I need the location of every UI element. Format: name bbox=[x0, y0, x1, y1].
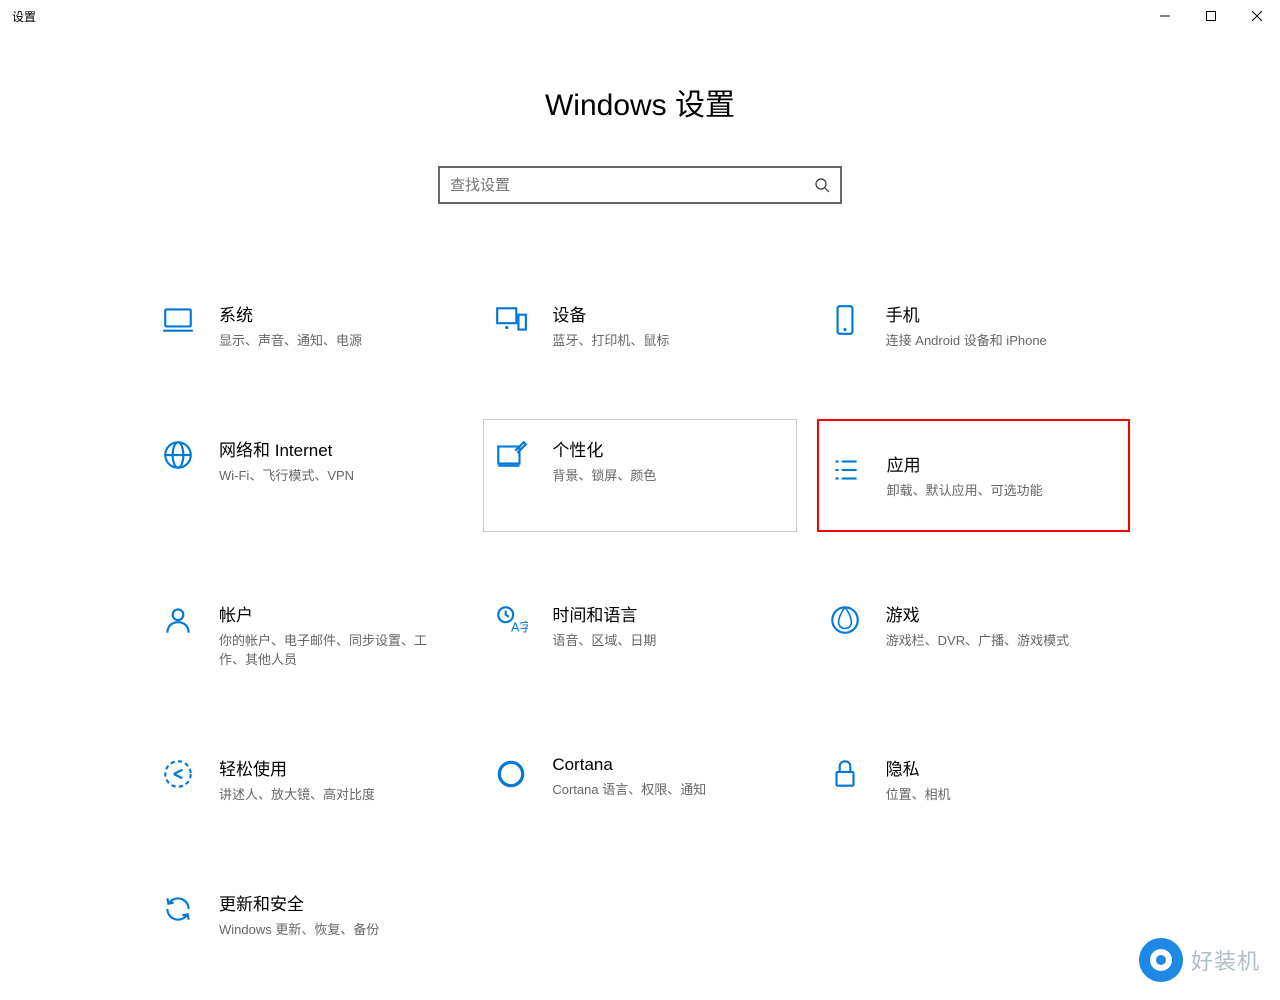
search-box[interactable] bbox=[438, 166, 842, 204]
ease-icon bbox=[161, 757, 195, 791]
category-title: Cortana bbox=[552, 755, 706, 775]
category-title: 手机 bbox=[886, 301, 1047, 326]
category-title: 网络和 Internet bbox=[219, 436, 354, 461]
maximize-button[interactable] bbox=[1188, 0, 1234, 32]
category-desc: 你的帐户、电子邮件、同步设置、工作、其他人员 bbox=[219, 632, 439, 668]
category-personalize[interactable]: 个性化 背景、锁屏、颜色 bbox=[483, 419, 796, 532]
laptop-icon bbox=[161, 303, 195, 337]
category-apps[interactable]: 应用 卸载、默认应用、可选功能 bbox=[817, 419, 1130, 532]
category-cortana[interactable]: Cortana Cortana 语言、权限、通知 bbox=[483, 738, 796, 821]
category-phone[interactable]: 手机 连接 Android 设备和 iPhone bbox=[817, 284, 1130, 367]
page-title: Windows 设置 bbox=[0, 80, 1280, 124]
search-wrap bbox=[0, 166, 1280, 204]
category-text: 隐私 位置、相机 bbox=[886, 755, 951, 804]
category-title: 系统 bbox=[219, 301, 362, 326]
category-time-lang[interactable]: 时间和语言 语音、区域、日期 bbox=[483, 584, 796, 685]
category-desc: Wi-Fi、飞行模式、VPN bbox=[219, 467, 354, 485]
update-icon bbox=[161, 892, 195, 926]
watermark-text: 好装机 bbox=[1191, 944, 1260, 976]
category-title: 更新和安全 bbox=[219, 890, 379, 915]
category-text: 帐户 你的帐户、电子邮件、同步设置、工作、其他人员 bbox=[219, 601, 439, 668]
category-devices[interactable]: 设备 蓝牙、打印机、鼠标 bbox=[483, 284, 796, 367]
category-text: 网络和 Internet Wi-Fi、飞行模式、VPN bbox=[219, 436, 354, 485]
category-desc: 连接 Android 设备和 iPhone bbox=[886, 332, 1047, 350]
window-controls bbox=[1142, 0, 1280, 32]
devices-icon bbox=[494, 303, 528, 337]
phone-icon bbox=[828, 303, 862, 337]
category-text: 游戏 游戏栏、DVR、广播、游戏模式 bbox=[886, 601, 1069, 650]
time-lang-icon bbox=[494, 603, 528, 637]
titlebar: 设置 bbox=[0, 0, 1280, 32]
account-icon bbox=[161, 603, 195, 637]
category-desc: Cortana 语言、权限、通知 bbox=[552, 781, 706, 799]
category-title: 帐户 bbox=[219, 601, 439, 626]
category-laptop[interactable]: 系统 显示、声音、通知、电源 bbox=[150, 284, 463, 367]
personalize-icon bbox=[494, 438, 528, 472]
close-button[interactable] bbox=[1234, 0, 1280, 32]
category-title: 时间和语言 bbox=[552, 601, 656, 626]
category-desc: 显示、声音、通知、电源 bbox=[219, 332, 362, 350]
search-icon bbox=[814, 177, 830, 193]
category-account[interactable]: 帐户 你的帐户、电子邮件、同步设置、工作、其他人员 bbox=[150, 584, 463, 685]
watermark: 好装机 bbox=[1139, 938, 1260, 982]
gaming-icon bbox=[828, 603, 862, 637]
category-text: 应用 卸载、默认应用、可选功能 bbox=[887, 451, 1043, 500]
category-title: 轻松使用 bbox=[219, 755, 375, 780]
category-desc: 蓝牙、打印机、鼠标 bbox=[552, 332, 669, 350]
minimize-button[interactable] bbox=[1142, 0, 1188, 32]
category-desc: 位置、相机 bbox=[886, 786, 951, 804]
category-text: 轻松使用 讲述人、放大镜、高对比度 bbox=[219, 755, 375, 804]
category-title: 个性化 bbox=[552, 436, 656, 461]
category-globe[interactable]: 网络和 Internet Wi-Fi、飞行模式、VPN bbox=[150, 419, 463, 532]
category-desc: 语音、区域、日期 bbox=[552, 632, 656, 650]
category-ease[interactable]: 轻松使用 讲述人、放大镜、高对比度 bbox=[150, 738, 463, 821]
category-title: 隐私 bbox=[886, 755, 951, 780]
category-update[interactable]: 更新和安全 Windows 更新、恢复、备份 bbox=[150, 873, 463, 956]
category-text: 个性化 背景、锁屏、颜色 bbox=[552, 436, 656, 485]
window-title: 设置 bbox=[12, 8, 36, 25]
category-desc: 游戏栏、DVR、广播、游戏模式 bbox=[886, 632, 1069, 650]
globe-icon bbox=[161, 438, 195, 472]
category-desc: 背景、锁屏、颜色 bbox=[552, 467, 656, 485]
category-text: 更新和安全 Windows 更新、恢复、备份 bbox=[219, 890, 379, 939]
category-title: 应用 bbox=[887, 451, 1043, 476]
privacy-icon bbox=[828, 757, 862, 791]
cortana-icon bbox=[494, 757, 528, 791]
category-text: 时间和语言 语音、区域、日期 bbox=[552, 601, 656, 650]
apps-icon bbox=[829, 453, 863, 487]
page-header: Windows 设置 bbox=[0, 80, 1280, 124]
category-title: 游戏 bbox=[886, 601, 1069, 626]
settings-grid: 系统 显示、声音、通知、电源 设备 蓝牙、打印机、鼠标 手机 连接 Androi… bbox=[150, 284, 1130, 956]
search-input[interactable] bbox=[450, 177, 814, 194]
category-text: 设备 蓝牙、打印机、鼠标 bbox=[552, 301, 669, 350]
category-desc: Windows 更新、恢复、备份 bbox=[219, 921, 379, 939]
category-desc: 卸载、默认应用、可选功能 bbox=[887, 482, 1043, 500]
category-text: 系统 显示、声音、通知、电源 bbox=[219, 301, 362, 350]
category-gaming[interactable]: 游戏 游戏栏、DVR、广播、游戏模式 bbox=[817, 584, 1130, 685]
category-privacy[interactable]: 隐私 位置、相机 bbox=[817, 738, 1130, 821]
category-text: Cortana Cortana 语言、权限、通知 bbox=[552, 755, 706, 799]
category-title: 设备 bbox=[552, 301, 669, 326]
category-text: 手机 连接 Android 设备和 iPhone bbox=[886, 301, 1047, 350]
category-desc: 讲述人、放大镜、高对比度 bbox=[219, 786, 375, 804]
watermark-logo bbox=[1139, 938, 1183, 982]
